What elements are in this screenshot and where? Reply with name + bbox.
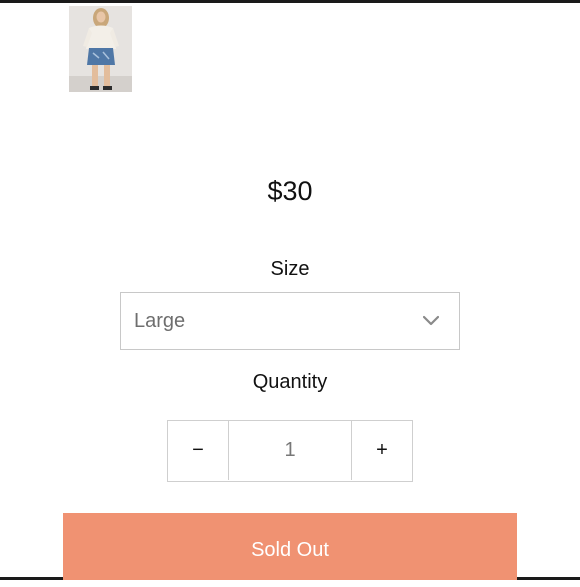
increment-button[interactable]: +: [351, 421, 412, 480]
quantity-label: Quantity: [252, 371, 328, 393]
page-frame: $30 Size Large Quantity − 1 + Sold Out: [0, 0, 580, 580]
quantity-stepper: − 1 +: [167, 420, 413, 482]
chevron-down-icon: [422, 314, 440, 326]
quantity-input[interactable]: 1: [229, 421, 351, 480]
size-select[interactable]: Large: [120, 292, 460, 350]
size-label: Size: [270, 258, 310, 280]
product-thumbnail[interactable]: [69, 6, 132, 92]
decrement-button[interactable]: −: [168, 421, 229, 480]
size-selected-value: Large: [134, 310, 186, 332]
sold-out-button[interactable]: Sold Out: [63, 513, 517, 580]
product-price: $30: [267, 176, 313, 206]
